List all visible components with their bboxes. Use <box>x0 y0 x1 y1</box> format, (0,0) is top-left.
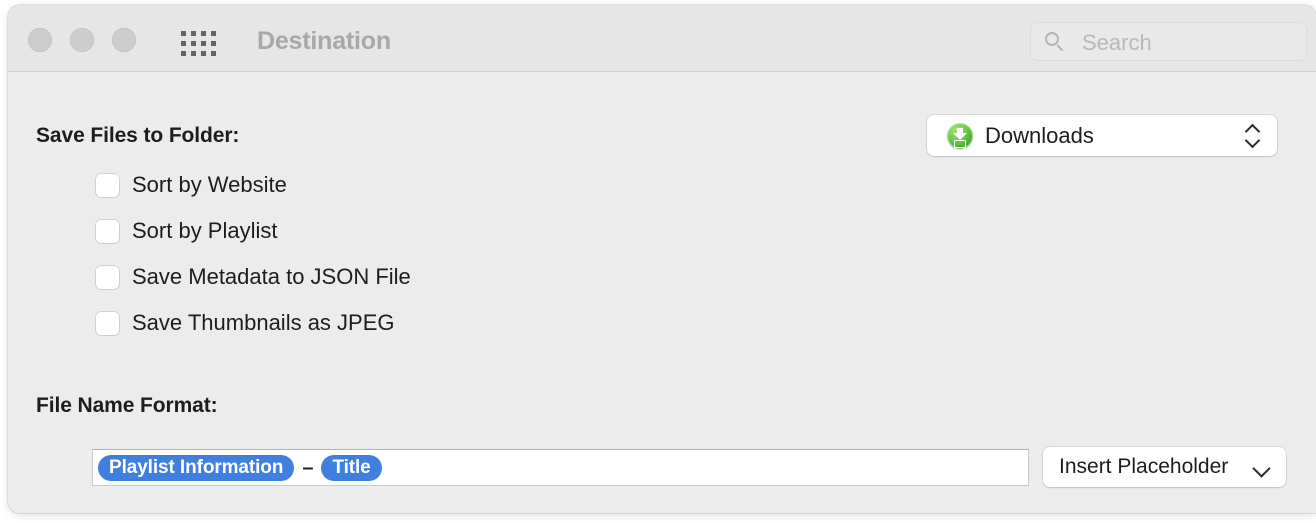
checkbox-sort-by-website[interactable] <box>96 173 119 197</box>
grid-dot <box>200 40 206 46</box>
search-input[interactable]: Search <box>1082 30 1152 56</box>
grid-dot <box>180 40 186 46</box>
checkbox-row-sort-by-website[interactable]: Sort by Website <box>96 172 287 198</box>
checkbox-sort-by-playlist[interactable] <box>96 219 119 243</box>
checkbox-row-save-metadata[interactable]: Save Metadata to JSON File <box>96 264 411 290</box>
checkbox-label: Sort by Website <box>132 172 287 197</box>
grid-dot <box>190 50 196 56</box>
checkbox-row-save-thumbnails[interactable]: Save Thumbnails as JPEG <box>96 310 395 336</box>
grid-dot <box>210 50 216 56</box>
checkbox-label: Save Metadata to JSON File <box>132 264 411 289</box>
preferences-content: Save Files to Folder: Downloads Sort by … <box>8 72 1316 513</box>
search-icon <box>1045 32 1066 53</box>
file-name-format-field[interactable]: Playlist Information – Title <box>92 449 1029 486</box>
checkbox-save-metadata-json[interactable] <box>96 265 119 289</box>
grid-dot <box>180 50 186 56</box>
checkbox-row-sort-by-playlist[interactable]: Sort by Playlist <box>96 218 278 244</box>
zoom-button[interactable] <box>112 28 136 52</box>
grid-dot <box>210 30 216 36</box>
chevron-up-down-icon <box>1246 124 1260 147</box>
chevron-down-icon <box>1252 459 1271 478</box>
preferences-window: Destination Search Save Files to Folder:… <box>8 5 1316 513</box>
checkbox-label: Sort by Playlist <box>132 218 278 243</box>
close-button[interactable] <box>28 28 52 52</box>
grid-dot <box>190 30 196 36</box>
grid-dot <box>190 40 196 46</box>
placeholder-token-title[interactable]: Title <box>321 454 382 481</box>
grid-dot <box>180 30 186 36</box>
token-separator: – <box>302 456 314 479</box>
file-name-format-label: File Name Format: <box>36 394 218 417</box>
traffic-light-group <box>28 28 136 52</box>
grid-dot <box>210 40 216 46</box>
placeholder-token-playlist-information[interactable]: Playlist Information <box>98 454 295 481</box>
show-all-grid-icon[interactable] <box>180 30 216 56</box>
save-folder-value: Downloads <box>985 123 1094 148</box>
minimize-button[interactable] <box>70 28 94 52</box>
insert-placeholder-label: Insert Placeholder <box>1059 455 1229 478</box>
window-toolbar: Destination Search <box>8 5 1316 72</box>
grid-dot <box>200 30 206 36</box>
search-field[interactable]: Search <box>1030 22 1307 61</box>
checkbox-save-thumbnails-jpeg[interactable] <box>96 311 119 335</box>
window-title: Destination <box>257 27 391 55</box>
save-folder-popup-button[interactable]: Downloads <box>927 115 1277 156</box>
insert-placeholder-button[interactable]: Insert Placeholder <box>1043 447 1286 487</box>
checkbox-label: Save Thumbnails as JPEG <box>132 310 395 335</box>
downloads-folder-icon <box>947 123 973 149</box>
save-folder-label: Save Files to Folder: <box>36 124 240 147</box>
grid-dot <box>200 50 206 56</box>
